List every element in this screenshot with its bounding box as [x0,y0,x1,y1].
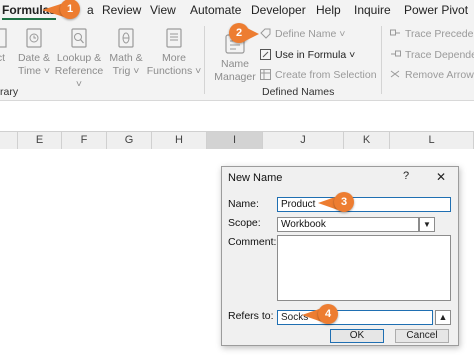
create-selection-icon [260,69,271,80]
name-manager-label2: Manager [214,71,256,83]
formula-bar-area [0,101,474,131]
tab-automate[interactable]: Automate [190,3,241,17]
more-functions-icon [166,28,182,48]
trace-dependents-icon [391,50,401,57]
scope-select[interactable]: Workbook [277,217,419,232]
dialog-title: New Name [228,172,283,184]
scope-label: Scope: [228,217,261,229]
trace-precedents-label: Trace Precedents [405,28,474,40]
column-header-partial[interactable] [0,132,18,149]
callout-2: 2 [229,23,259,43]
tab-view[interactable]: View [150,3,176,17]
callout-1-badge: 1 [60,0,80,19]
trace-dependents-label: Trace Dependents [405,49,474,61]
more-functions-label1: More [162,52,186,64]
magnifier-icon [71,28,87,48]
column-header-row: E F G H I J K L [0,131,474,150]
document-icon [0,28,7,48]
use-in-formula-label: Use in Formula ˅ [275,49,356,61]
callout-4: 4 [302,304,340,324]
trace-precedents-button[interactable]: Trace Precedents [390,28,474,40]
remove-arrows-button[interactable]: Remove Arrows ˅ [390,69,474,81]
date-time-label1: Date & [17,52,51,64]
defined-names-group-label: Defined Names [262,86,335,98]
lookup-label1: Lookup & [56,52,102,64]
create-from-selection-label: Create from Selection [275,69,377,81]
more-functions-button[interactable]: More Functions ˅ [146,28,202,78]
function-library-group-label: rary [0,86,19,98]
callout-tail-icon [245,27,259,41]
column-header-g[interactable]: G [107,132,152,149]
more-functions-label2: Functions ˅ [146,65,202,77]
refers-to-field[interactable]: Socks [277,310,433,325]
function-icon [260,49,271,60]
comment-label: Comment: [228,236,277,248]
define-name-button[interactable]: Define Name ˅ [260,28,345,40]
math-trig-button[interactable]: Math & Trig ˅ [104,28,148,78]
trace-dependents-button[interactable]: Trace Dependents [390,49,474,61]
tag-icon [260,28,271,39]
tab-data-partial[interactable]: a [87,3,94,17]
tab-power-pivot[interactable]: Power Pivot [404,3,468,17]
callout-3: 3 [318,192,356,212]
trace-precedents-icon [390,29,400,36]
ok-button[interactable]: OK [330,329,384,343]
refers-to-label: Refers to: [228,310,274,322]
column-header-l[interactable]: L [390,132,474,149]
column-header-i[interactable]: I [207,132,263,149]
ribbon-divider [381,26,382,94]
date-time-label2: Time ˅ [18,65,50,77]
name-label: Name: [228,198,259,210]
help-button[interactable]: ? [403,170,409,182]
partial-label: ct [0,52,6,64]
cancel-button[interactable]: Cancel [395,329,449,343]
callout-1: 1 [42,0,82,19]
callout-4-badge: 4 [318,304,338,324]
tab-developer[interactable]: Developer [251,3,306,17]
tab-help[interactable]: Help [316,3,341,17]
date-time-button[interactable]: Date & Time ˅ [12,28,56,78]
chevron-down-icon[interactable]: ▼ [419,217,435,232]
collapse-dialog-icon[interactable]: ▲ [435,310,451,325]
lookup-reference-button[interactable]: Lookup & Reference ˅ [52,28,106,91]
column-header-f[interactable]: F [62,132,107,149]
ribbon-divider [204,26,205,94]
lookup-label2: Reference ˅ [54,65,104,90]
name-field[interactable]: Product [277,197,451,212]
tab-review[interactable]: Review [102,3,141,17]
column-header-h[interactable]: H [152,132,207,149]
column-header-k[interactable]: K [344,132,390,149]
use-in-formula-button[interactable]: Use in Formula ˅ [260,49,355,61]
create-from-selection-button[interactable]: Create from Selection [260,69,377,81]
define-name-label: Define Name ˅ [275,28,346,40]
clock-icon [26,28,42,48]
tab-inquire[interactable]: Inquire [354,3,391,17]
callout-3-badge: 3 [334,192,354,212]
name-manager-label1: Name [220,58,249,70]
theta-icon [118,28,134,48]
column-header-e[interactable]: E [18,132,62,149]
close-icon[interactable]: ✕ [436,170,446,184]
remove-arrows-icon [390,70,400,78]
column-header-j[interactable]: J [263,132,344,149]
math-trig-label1: Math & [109,52,143,64]
remove-arrows-label: Remove Arrows ˅ [405,69,474,81]
comment-textarea[interactable] [277,235,451,301]
math-trig-label2: Trig ˅ [112,65,140,77]
partial-function-button[interactable]: ct [0,28,8,65]
